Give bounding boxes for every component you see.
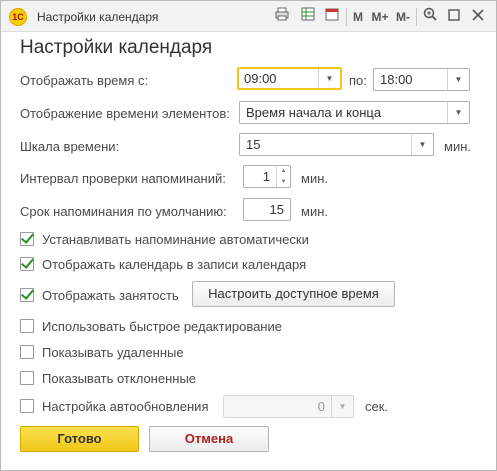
toolbar-divider <box>416 8 417 26</box>
chevron-down-icon[interactable]: ▼ <box>411 134 433 155</box>
ok-button[interactable]: Готово <box>20 426 139 452</box>
app-logo-icon: 1С <box>9 8 27 26</box>
time-scale-unit: мин. <box>444 139 471 154</box>
time-from-value: 09:00 <box>244 71 277 86</box>
memory-plus-button[interactable]: M+ <box>370 7 390 27</box>
show-declined-checkbox[interactable] <box>20 371 34 385</box>
chevron-down-icon[interactable]: ▼ <box>318 69 340 88</box>
calendar-settings-window: 1С Настройки календаря M M+ M- Настройки… <box>0 0 497 471</box>
show-deleted-checkbox[interactable] <box>20 345 34 359</box>
autorefresh-label: Настройка автообновления <box>42 399 209 414</box>
chevron-down-icon[interactable]: ▼ <box>277 177 290 188</box>
print-icon[interactable] <box>273 7 291 27</box>
calendar-icon[interactable] <box>323 7 341 27</box>
check-interval-label: Интервал проверки напоминаний: <box>20 171 226 186</box>
autorefresh-checkbox[interactable] <box>20 399 34 413</box>
show-busy-label: Отображать занятость <box>42 288 179 303</box>
autorefresh-unit: сек. <box>365 399 389 414</box>
auto-reminder-label: Устанавливать напоминание автоматически <box>42 232 309 247</box>
time-to-select[interactable]: 18:00 ▼ <box>373 68 470 91</box>
item-time-display-value: Время начала и конца <box>246 105 382 120</box>
window-title: Настройки календаря <box>37 10 159 24</box>
check-interval-input[interactable]: 1 ▲ ▼ <box>243 165 291 188</box>
show-calendar-checkbox[interactable] <box>20 257 34 271</box>
time-to-label: по: <box>349 73 367 88</box>
cancel-button[interactable]: Отмена <box>149 426 269 452</box>
memory-button[interactable]: M <box>351 7 365 27</box>
time-scale-label: Шкала времени: <box>20 139 120 154</box>
quick-edit-checkbox[interactable] <box>20 319 34 333</box>
memory-minus-button[interactable]: M- <box>393 7 413 27</box>
maximize-icon[interactable] <box>445 7 463 27</box>
default-reminder-value: 15 <box>269 202 284 217</box>
quick-edit-label: Использовать быстрое редактирование <box>42 319 282 334</box>
show-time-from-label: Отображать время с: <box>20 73 149 88</box>
item-time-display-label: Отображение времени элементов: <box>20 106 230 121</box>
autorefresh-interval-input[interactable]: 0 ▼ <box>223 395 354 418</box>
time-to-value: 18:00 <box>380 72 413 87</box>
time-scale-value: 15 <box>246 137 261 152</box>
configure-available-time-button[interactable]: Настроить доступное время <box>192 281 395 307</box>
close-icon[interactable] <box>469 7 487 27</box>
show-deleted-label: Показывать удаленные <box>42 345 184 360</box>
title-bar: 1С Настройки календаря M M+ M- <box>1 1 496 32</box>
chevron-down-icon[interactable]: ▼ <box>331 396 353 417</box>
check-interval-value: 1 <box>262 169 270 184</box>
zoom-icon[interactable] <box>421 7 439 27</box>
time-from-select[interactable]: 09:00 ▼ <box>237 67 342 90</box>
chevron-up-icon[interactable]: ▲ <box>277 166 290 177</box>
auto-reminder-checkbox[interactable] <box>20 232 34 246</box>
autorefresh-value: 0 <box>317 399 325 414</box>
check-interval-unit: мин. <box>301 171 328 186</box>
show-busy-checkbox[interactable] <box>20 288 34 302</box>
form-heading: Настройки календаря <box>20 37 213 58</box>
show-declined-label: Показывать отклоненные <box>42 371 197 386</box>
default-reminder-input[interactable]: 15 <box>243 198 291 221</box>
time-scale-select[interactable]: 15 ▼ <box>239 133 434 156</box>
default-reminder-unit: мин. <box>301 204 328 219</box>
show-calendar-label: Отображать календарь в записи календаря <box>42 257 307 272</box>
chevron-down-icon[interactable]: ▼ <box>447 69 469 90</box>
interval-stepper[interactable]: ▲ ▼ <box>276 166 290 187</box>
default-reminder-label: Срок напоминания по умолчанию: <box>20 204 227 219</box>
toolbar-divider <box>346 8 347 26</box>
spreadsheet-icon[interactable] <box>299 7 317 27</box>
item-time-display-select[interactable]: Время начала и конца ▼ <box>239 101 470 124</box>
chevron-down-icon[interactable]: ▼ <box>447 102 469 123</box>
